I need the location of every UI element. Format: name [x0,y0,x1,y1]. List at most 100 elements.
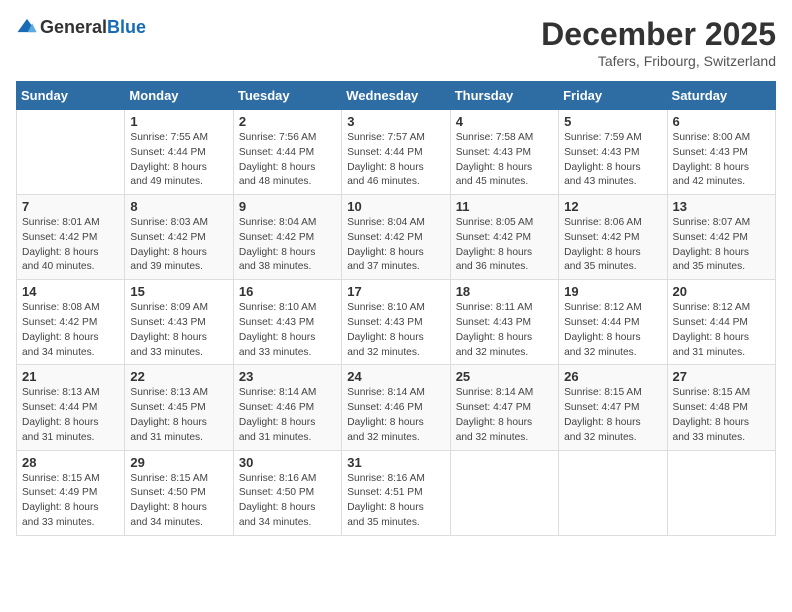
day-info: Sunrise: 8:03 AMSunset: 4:42 PMDaylight:… [130,216,227,275]
day-number: 6 [673,114,770,129]
calendar-cell: 11 Sunrise: 8:05 AMSunset: 4:42 PMDayligh… [450,195,558,280]
day-number: 19 [564,284,661,299]
calendar-cell: 24Sunrise: 8:14 AMSunset: 4:46 PMDayligh… [342,365,450,450]
calendar-cell: 26 Sunrise: 8:15 AMSunset: 4:47 PMDayligh… [559,365,667,450]
day-info: Sunrise: 8:08 AMSunset: 4:42 PMDaylight:… [22,301,119,360]
day-number: 31 [347,455,444,470]
day-number: 30 [239,455,336,470]
calendar-cell: 9 Sunrise: 8:04 AMSunset: 4:42 PMDaylight… [233,195,341,280]
day-info: Sunrise: 8:13 AMSunset: 4:44 PMDaylight:… [22,386,119,445]
day-info: Sunrise: 8:10 AMSunset: 4:43 PMDaylight:… [347,301,444,360]
day-info: Sunrise: 7:55 AMSunset: 4:44 PMDaylight:… [130,131,227,190]
day-number: 7 [22,199,119,214]
day-info: Sunrise: 8:14 AMSunset: 4:47 PMDaylight:… [456,386,553,445]
day-number: 9 [239,199,336,214]
calendar-cell: 2 Sunrise: 7:56 AMSunset: 4:44 PMDaylight… [233,110,341,195]
calendar-cell: 1Sunrise: 7:55 AMSunset: 4:44 PMDaylight… [125,110,233,195]
day-info: Sunrise: 8:14 AMSunset: 4:46 PMDaylight:… [239,386,336,445]
day-number: 25 [456,369,553,384]
calendar-header-tuesday: Tuesday [233,82,341,110]
calendar-header-saturday: Saturday [667,82,775,110]
day-number: 24 [347,369,444,384]
calendar-cell [450,450,558,535]
day-number: 28 [22,455,119,470]
day-info: Sunrise: 8:05 AMSunset: 4:42 PMDaylight:… [456,216,553,275]
day-info: Sunrise: 7:57 AMSunset: 4:44 PMDaylight:… [347,131,444,190]
calendar-header-friday: Friday [559,82,667,110]
calendar-cell: 25 Sunrise: 8:14 AMSunset: 4:47 PMDayligh… [450,365,558,450]
location-subtitle: Tafers, Fribourg, Switzerland [541,53,776,69]
day-number: 15 [130,284,227,299]
calendar-cell: 6 Sunrise: 8:00 AMSunset: 4:43 PMDaylight… [667,110,775,195]
calendar-cell: 19 Sunrise: 8:12 AMSunset: 4:44 PMDayligh… [559,280,667,365]
logo-general: General [40,17,107,37]
day-info: Sunrise: 8:12 AMSunset: 4:44 PMDaylight:… [564,301,661,360]
calendar-cell: 16 Sunrise: 8:10 AMSunset: 4:43 PMDayligh… [233,280,341,365]
day-info: Sunrise: 8:06 AMSunset: 4:42 PMDaylight:… [564,216,661,275]
calendar-cell: 23 Sunrise: 8:14 AMSunset: 4:46 PMDayligh… [233,365,341,450]
calendar-cell: 22 Sunrise: 8:13 AMSunset: 4:45 PMDayligh… [125,365,233,450]
calendar-cell: 28 Sunrise: 8:15 AMSunset: 4:49 PMDayligh… [17,450,125,535]
calendar-header-wednesday: Wednesday [342,82,450,110]
calendar-header-thursday: Thursday [450,82,558,110]
day-info: Sunrise: 8:15 AMSunset: 4:48 PMDaylight:… [673,386,770,445]
day-number: 5 [564,114,661,129]
day-number: 2 [239,114,336,129]
calendar-cell: 4Sunrise: 7:58 AMSunset: 4:43 PMDaylight… [450,110,558,195]
day-number: 10 [347,199,444,214]
calendar-cell: 3 Sunrise: 7:57 AMSunset: 4:44 PMDaylight… [342,110,450,195]
day-info: Sunrise: 8:10 AMSunset: 4:43 PMDaylight:… [239,301,336,360]
day-info: Sunrise: 8:13 AMSunset: 4:45 PMDaylight:… [130,386,227,445]
day-info: Sunrise: 8:15 AMSunset: 4:47 PMDaylight:… [564,386,661,445]
calendar-cell: 21Sunrise: 8:13 AMSunset: 4:44 PMDayligh… [17,365,125,450]
calendar-cell: 12 Sunrise: 8:06 AMSunset: 4:42 PMDayligh… [559,195,667,280]
day-info: Sunrise: 8:09 AMSunset: 4:43 PMDaylight:… [130,301,227,360]
calendar-cell: 20 Sunrise: 8:12 AMSunset: 4:44 PMDayligh… [667,280,775,365]
day-number: 16 [239,284,336,299]
page-header: GeneralBlue December 2025 Tafers, Fribou… [16,16,776,69]
calendar-cell [559,450,667,535]
calendar-cell: 17 Sunrise: 8:10 AMSunset: 4:43 PMDayligh… [342,280,450,365]
day-info: Sunrise: 8:04 AMSunset: 4:42 PMDaylight:… [347,216,444,275]
day-number: 27 [673,369,770,384]
day-number: 13 [673,199,770,214]
day-number: 11 [456,199,553,214]
day-number: 3 [347,114,444,129]
calendar-cell: 8Sunrise: 8:03 AMSunset: 4:42 PMDaylight… [125,195,233,280]
logo: GeneralBlue [16,16,146,38]
day-info: Sunrise: 8:11 AMSunset: 4:43 PMDaylight:… [456,301,553,360]
calendar-header-monday: Monday [125,82,233,110]
calendar-cell [667,450,775,535]
day-info: Sunrise: 7:59 AMSunset: 4:43 PMDaylight:… [564,131,661,190]
day-info: Sunrise: 8:15 AMSunset: 4:50 PMDaylight:… [130,472,227,531]
calendar-cell: 27 Sunrise: 8:15 AMSunset: 4:48 PMDayligh… [667,365,775,450]
day-number: 12 [564,199,661,214]
day-info: Sunrise: 8:04 AMSunset: 4:42 PMDaylight:… [239,216,336,275]
day-number: 20 [673,284,770,299]
day-info: Sunrise: 8:12 AMSunset: 4:44 PMDaylight:… [673,301,770,360]
calendar-cell [17,110,125,195]
day-info: Sunrise: 8:07 AMSunset: 4:42 PMDaylight:… [673,216,770,275]
day-info: Sunrise: 8:15 AMSunset: 4:49 PMDaylight:… [22,472,119,531]
calendar-cell: 30Sunrise: 8:16 AMSunset: 4:50 PMDayligh… [233,450,341,535]
day-info: Sunrise: 7:56 AMSunset: 4:44 PMDaylight:… [239,131,336,190]
logo-icon [16,16,38,38]
calendar-cell: 18 Sunrise: 8:11 AMSunset: 4:43 PMDayligh… [450,280,558,365]
day-number: 22 [130,369,227,384]
day-number: 18 [456,284,553,299]
day-number: 17 [347,284,444,299]
day-number: 23 [239,369,336,384]
day-info: Sunrise: 8:00 AMSunset: 4:43 PMDaylight:… [673,131,770,190]
day-number: 14 [22,284,119,299]
logo-blue: Blue [107,17,146,37]
calendar-cell: 31Sunrise: 8:16 AMSunset: 4:51 PMDayligh… [342,450,450,535]
day-number: 29 [130,455,227,470]
calendar-cell: 5 Sunrise: 7:59 AMSunset: 4:43 PMDaylight… [559,110,667,195]
day-info: Sunrise: 8:01 AMSunset: 4:42 PMDaylight:… [22,216,119,275]
calendar-table: SundayMondayTuesdayWednesdayThursdayFrid… [16,81,776,536]
title-area: December 2025 Tafers, Fribourg, Switzerl… [541,16,776,69]
day-number: 4 [456,114,553,129]
calendar-cell: 13 Sunrise: 8:07 AMSunset: 4:42 PMDayligh… [667,195,775,280]
calendar-header-sunday: Sunday [17,82,125,110]
day-number: 26 [564,369,661,384]
